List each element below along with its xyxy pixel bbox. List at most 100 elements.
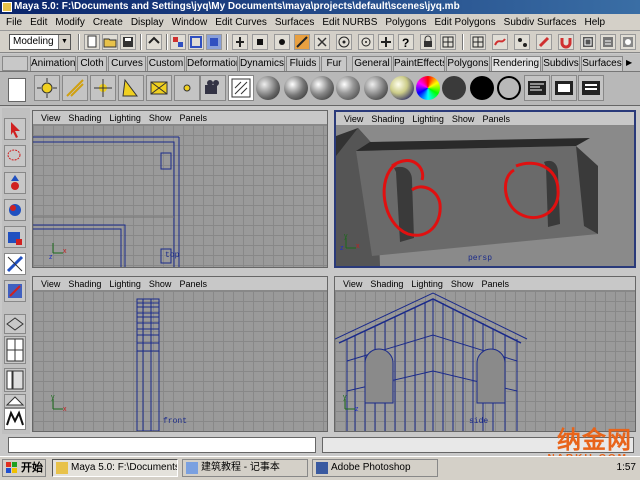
scale-tool-icon[interactable] [4,226,26,248]
phonge-material-icon[interactable] [336,76,360,100]
shelf-tab-cloth[interactable]: Cloth [77,56,107,71]
select-tool-icon[interactable] [4,118,26,140]
shelf-tab-subdivs[interactable]: Subdivs [542,56,580,71]
shelf-tab-fur[interactable]: Fur [321,56,347,71]
menu-edit-polygons[interactable]: Edit Polygons [431,17,500,28]
ipr-render-icon[interactable] [600,34,616,50]
viewport-menu-show[interactable]: Show [145,279,176,289]
selection-mask-icon[interactable] [146,34,162,50]
blinn-material-icon[interactable] [284,76,308,100]
lambert-material-icon[interactable] [256,76,280,100]
ipr-render-shelf-icon[interactable] [551,75,577,101]
select-component-icon[interactable] [206,34,222,50]
viewport-menu-panels[interactable]: Panels [478,114,514,124]
mask-misc-icon[interactable] [378,34,394,50]
four-pane-layout-icon[interactable] [4,336,26,364]
shelf-tab-deformation[interactable]: Deformation [186,56,238,71]
shelf-tab-fluids[interactable]: Fluids [286,56,320,71]
viewport-side[interactable]: View Shading Lighting Show Panels side y… [334,276,636,432]
taskbar-item-notepad[interactable]: 建筑教程 - 记事本 [182,459,308,477]
outliner-layout-icon[interactable] [4,368,26,392]
viewport-menu-panels[interactable]: Panels [175,279,211,289]
magnet-icon[interactable] [558,34,574,50]
shelf-tab-general[interactable]: General [352,56,392,71]
shelf-menu-button[interactable] [2,56,28,71]
last-tool-icon[interactable] [4,280,26,302]
menu-display[interactable]: Display [127,17,168,28]
render-frame-icon[interactable] [580,34,596,50]
viewport-canvas[interactable] [33,291,327,431]
menu-edit-curves[interactable]: Edit Curves [211,17,271,28]
viewport-menu-shading[interactable]: Shading [64,113,105,123]
taskbar-item-maya[interactable]: Maya 5.0: F:\Documents... [52,459,178,477]
viewport-menu-panels[interactable]: Panels [175,113,211,123]
viewport-menu-show[interactable]: Show [447,279,478,289]
menu-subdiv-surfaces[interactable]: Subdiv Surfaces [500,17,581,28]
menu-surfaces[interactable]: Surfaces [271,17,318,28]
ramp-shader-icon[interactable] [416,76,440,100]
menu-window[interactable]: Window [168,17,212,28]
snap-live-icon[interactable] [536,34,552,50]
viewport-menu-view[interactable]: View [37,279,64,289]
shelf-tab-polygons[interactable]: Polygons [446,56,490,71]
shelf-tab-surfaces[interactable]: Surfaces [581,56,623,71]
mask-rendering-icon[interactable] [358,34,374,50]
viewport-menu-view[interactable]: View [339,279,366,289]
viewport-menu-view[interactable]: View [37,113,64,123]
shelf-scroll-arrow-icon[interactable]: ▶ [626,58,636,70]
shelf-tab-rendering[interactable]: Rendering [491,56,541,71]
command-line-input[interactable] [8,437,316,453]
lock-icon[interactable] [420,34,436,50]
snap-view-plane-icon[interactable] [514,34,530,50]
shelf-tab-animation[interactable]: Animation [30,56,76,71]
manipulator-tool-icon[interactable] [4,253,26,275]
menu-set-selector[interactable]: Modeling ▼ [9,34,71,50]
menu-edit[interactable]: Edit [26,17,51,28]
viewport-menu-shading[interactable]: Shading [366,279,407,289]
snap-curves-icon[interactable] [470,34,486,50]
viewport-menu-shading[interactable]: Shading [367,114,408,124]
menu-modify[interactable]: Modify [51,17,88,28]
single-pane-layout-icon[interactable] [4,314,26,334]
select-hierarchy-icon[interactable] [170,34,186,50]
viewport-menu-view[interactable]: View [340,114,367,124]
viewport-menu-shading[interactable]: Shading [64,279,105,289]
shelf-tab-curves[interactable]: Curves [108,56,146,71]
rotate-tool-icon[interactable] [4,199,26,221]
help-icon[interactable]: ? [398,34,414,50]
shelf-tab-custom[interactable]: Custom [147,56,185,71]
hypershade-icon[interactable] [228,75,254,101]
anisotropic-material-icon[interactable] [364,76,388,100]
move-tool-icon[interactable] [4,172,26,194]
area-light-icon[interactable] [146,75,172,101]
shading-map-icon[interactable] [497,76,521,100]
volume-light-icon[interactable] [174,75,200,101]
shelf-options-button[interactable] [8,78,26,102]
render-globals-icon[interactable] [620,34,636,50]
select-object-icon[interactable] [188,34,204,50]
viewport-menu-lighting[interactable]: Lighting [408,114,448,124]
chevron-down-icon[interactable]: ▼ [58,35,70,49]
shelf-tab-painteffects[interactable]: PaintEffects [393,56,445,71]
menu-polygons[interactable]: Polygons [381,17,430,28]
mask-surfaces-icon[interactable] [294,34,310,50]
render-settings-icon[interactable] [578,75,604,101]
menu-file[interactable]: File [2,17,26,28]
viewport-menu-lighting[interactable]: Lighting [105,113,145,123]
mask-deformations-icon[interactable] [314,34,330,50]
point-light-icon[interactable] [90,75,116,101]
hypergraph-layout-icon[interactable] [4,394,26,408]
taskbar-item-photoshop[interactable]: Adobe Photoshop [312,459,438,477]
spot-light-icon[interactable] [118,75,144,101]
layered-shader-icon[interactable] [390,76,414,100]
mask-dynamics-icon[interactable] [336,34,352,50]
viewport-menu-show[interactable]: Show [448,114,479,124]
ambient-light-icon[interactable] [34,75,60,101]
viewport-top[interactable]: View Shading Lighting Show Panels top zx [32,110,328,268]
snap-points-icon[interactable] [492,34,508,50]
new-scene-icon[interactable] [84,34,100,50]
open-scene-icon[interactable] [102,34,118,50]
camera-icon[interactable] [200,75,226,101]
mask-curves-icon[interactable] [274,34,290,50]
viewport-canvas[interactable] [336,126,634,266]
